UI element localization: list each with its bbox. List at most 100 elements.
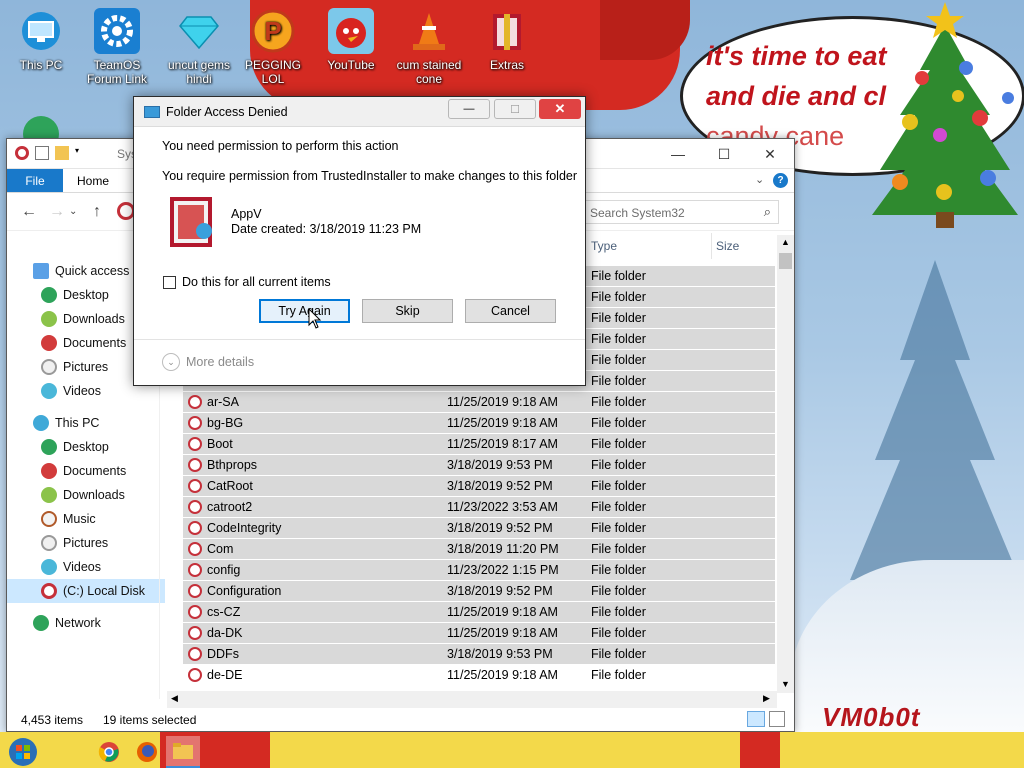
tab-home[interactable]: Home	[63, 169, 123, 192]
search-input[interactable]: Search System32 ⌕	[583, 200, 779, 224]
sidebar-item-downloads-pc[interactable]: Downloads	[41, 483, 125, 507]
table-row[interactable]: bg-BG 11/25/2019 9:18 AM File folder	[183, 413, 775, 434]
scroll-right-icon[interactable]: ▶	[763, 693, 770, 704]
chevron-down-icon[interactable]: ▾	[75, 146, 83, 160]
documents-icon	[41, 335, 57, 351]
table-row[interactable]: config 11/23/2022 1:15 PM File folder	[183, 560, 775, 581]
vertical-scrollbar[interactable]: ▲ ▼	[777, 235, 794, 693]
new-folder-icon[interactable]	[55, 146, 69, 160]
sidebar-item-videos-pc[interactable]: Videos	[41, 555, 101, 579]
help-icon[interactable]: ?	[773, 173, 788, 188]
dialog-maximize-button[interactable]: ☐	[494, 99, 536, 119]
downloads-icon	[41, 487, 57, 503]
folder-icon	[188, 416, 202, 430]
skip-button[interactable]: Skip	[362, 299, 453, 323]
chrome-icon	[98, 742, 119, 762]
sidebar-item-videos[interactable]: Videos	[41, 379, 101, 403]
sidebar-item-pictures-pc[interactable]: Pictures	[41, 531, 108, 555]
firefox-taskbar-button[interactable]	[130, 736, 164, 768]
table-row[interactable]: DDFs 3/18/2019 9:53 PM File folder	[183, 644, 775, 665]
network-icon	[33, 615, 49, 631]
close-button[interactable]: ✕	[747, 139, 793, 169]
chrome-taskbar-button[interactable]	[92, 736, 126, 768]
sidebar-item-this-pc[interactable]: This PC	[33, 411, 99, 435]
sidebar-item-downloads[interactable]: Downloads	[41, 307, 125, 331]
folder-icon	[188, 395, 202, 409]
sidebar-item-documents-pc[interactable]: Documents	[41, 459, 126, 483]
desktop-icon-label: uncut gems hindi	[167, 58, 231, 86]
more-details-toggle[interactable]: ⌄ More details	[162, 353, 254, 371]
dialog-title-bar[interactable]: Folder Access Denied — ☐ ✕	[134, 97, 585, 127]
properties-icon[interactable]	[35, 146, 49, 160]
cancel-button[interactable]: Cancel	[465, 299, 556, 323]
desktop-icon-pegging-lol[interactable]: P PEGGING LOL	[232, 8, 314, 86]
drive-icon	[41, 583, 57, 599]
desktop-icon-this-pc[interactable]: This PC	[0, 8, 82, 72]
sidebar-item-desktop-pc[interactable]: Desktop	[41, 435, 109, 459]
back-arrow-icon[interactable]: ←	[21, 203, 37, 221]
system-menu-icon[interactable]	[15, 146, 29, 160]
monitor-icon	[18, 8, 64, 54]
sidebar-item-desktop[interactable]: Desktop	[41, 283, 109, 307]
apply-all-checkbox[interactable]: Do this for all current items	[163, 275, 331, 289]
desktop-icon-teamos-forum-link[interactable]: TeamOS Forum Link	[76, 8, 158, 86]
dialog-minimize-button[interactable]: —	[448, 99, 490, 119]
folder-icon	[188, 626, 202, 640]
sidebar-item-pictures[interactable]: Pictures	[41, 355, 108, 379]
table-row[interactable]: CodeIntegrity 3/18/2019 9:52 PM File folde…	[183, 518, 775, 539]
desktop-icon-extras[interactable]: Extras	[466, 8, 548, 72]
large-icons-view-icon[interactable]	[769, 711, 785, 727]
item-name: AppV	[231, 207, 262, 221]
start-button[interactable]	[6, 736, 40, 768]
expand-ribbon-icon[interactable]: ⌄	[755, 173, 764, 186]
horizontal-scrollbar[interactable]: ◀ ▶	[167, 691, 777, 708]
minimize-button[interactable]: —	[655, 139, 701, 169]
details-view-icon[interactable]	[747, 711, 765, 727]
forward-arrow-icon[interactable]: →	[49, 203, 65, 221]
sidebar-item-network[interactable]: Network	[33, 611, 101, 635]
table-row[interactable]: de-DE 11/25/2019 9:18 AM File folder	[183, 665, 775, 686]
tab-file[interactable]: File	[7, 169, 63, 192]
up-arrow-icon[interactable]: ↑	[93, 203, 101, 221]
sidebar-item-music[interactable]: Music	[41, 507, 96, 531]
dialog-close-button[interactable]: ✕	[539, 99, 581, 119]
maximize-button[interactable]: ☐	[701, 139, 747, 169]
recent-locations-icon[interactable]: ⌄	[69, 206, 77, 217]
table-row[interactable]: Boot 11/25/2019 8:17 AM File folder	[183, 434, 775, 455]
scroll-left-icon[interactable]: ◀	[171, 693, 178, 704]
dialog-title: Folder Access Denied	[166, 105, 288, 119]
scroll-down-icon[interactable]: ▼	[781, 679, 790, 689]
diamond-icon	[176, 8, 222, 54]
column-header-type[interactable]: Type	[591, 233, 711, 259]
videos-icon	[41, 383, 57, 399]
gear-icon	[94, 8, 140, 54]
desktop-icon-label: Extras	[489, 58, 524, 72]
windows-orb-icon	[9, 738, 37, 766]
table-row[interactable]: Bthprops 3/18/2019 9:53 PM File folder	[183, 455, 775, 476]
scroll-up-icon[interactable]: ▲	[781, 237, 790, 247]
table-row[interactable]: cs-CZ 11/25/2019 9:18 AM File folder	[183, 602, 775, 623]
table-row[interactable]: catroot2 11/23/2022 3:53 AM File folder	[183, 497, 775, 518]
sidebar-item-quick-access[interactable]: Quick access	[33, 259, 129, 283]
table-row[interactable]: ar-SA 11/25/2019 9:18 AM File folder	[183, 392, 775, 413]
folder-icon	[188, 563, 202, 577]
desktop-icon-uncut-gems-hindi[interactable]: uncut gems hindi	[158, 8, 240, 86]
scroll-thumb[interactable]	[779, 253, 792, 269]
sidebar-item-documents[interactable]: Documents	[41, 331, 126, 355]
column-header-size[interactable]: Size	[711, 233, 771, 259]
try-again-button[interactable]: Try Again	[259, 299, 350, 323]
sidebar-item-local-disk[interactable]: (C:) Local Disk	[7, 579, 165, 603]
dialog-window-icon	[144, 106, 160, 118]
desktop-icon-youtube[interactable]: YouTube	[310, 8, 392, 72]
folder-access-denied-dialog[interactable]: Folder Access Denied — ☐ ✕ You need perm…	[133, 96, 586, 386]
desktop-icon-cum-stained-cone[interactable]: cum stained cone	[388, 8, 470, 86]
table-row[interactable]: CatRoot 3/18/2019 9:52 PM File folder	[183, 476, 775, 497]
table-row[interactable]: Configuration 3/18/2019 9:52 PM File folde…	[183, 581, 775, 602]
table-row[interactable]: da-DK 11/25/2019 9:18 AM File folder	[183, 623, 775, 644]
table-row[interactable]: Com 3/18/2019 11:20 PM File folder	[183, 539, 775, 560]
desktop-icon-label: PEGGING LOL	[244, 58, 301, 86]
folder-icon	[188, 605, 202, 619]
explorer-taskbar-button[interactable]	[166, 736, 200, 768]
downloads-icon	[41, 311, 57, 327]
checkbox-box[interactable]	[163, 275, 176, 289]
